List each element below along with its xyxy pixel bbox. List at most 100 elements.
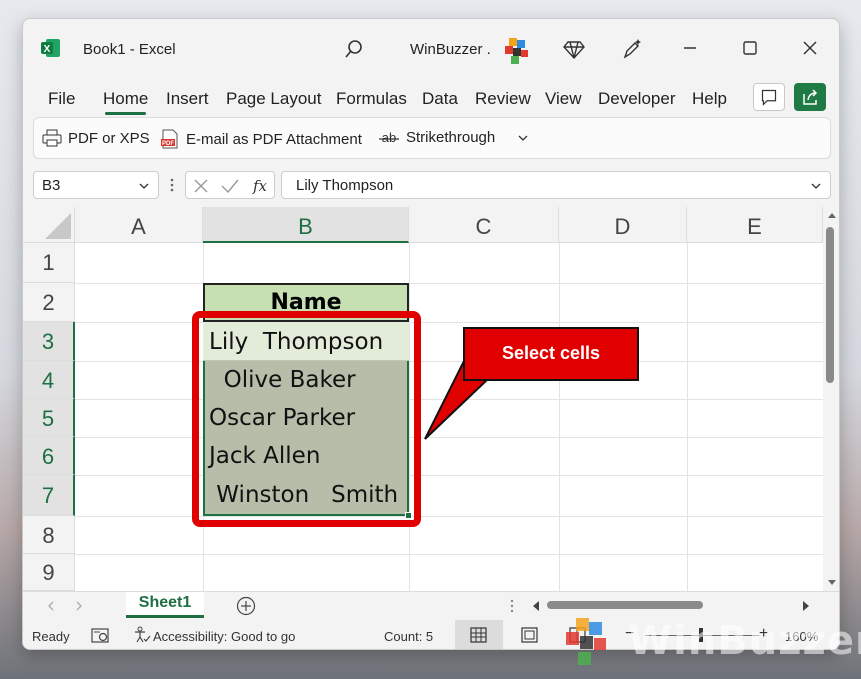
scroll-up-icon[interactable]	[827, 211, 837, 219]
row-header-6[interactable]: 6	[23, 437, 75, 475]
ribbon-tabs: File Home Insert Page Layout Formulas Da…	[23, 79, 839, 117]
winbuzzer-logo-icon	[566, 618, 606, 665]
select-all-triangle-icon	[45, 213, 71, 239]
row-header-3[interactable]: 3	[23, 322, 75, 361]
svg-text:ab: ab	[382, 130, 396, 145]
more-dots-icon[interactable]	[169, 177, 175, 193]
comments-button[interactable]	[753, 83, 785, 111]
account-name[interactable]: WinBuzzer .	[410, 41, 491, 58]
email-pdf-label: E-mail as PDF Attachment	[186, 130, 362, 148]
gridline	[75, 516, 823, 517]
window-title: Book1 - Excel	[83, 41, 176, 58]
normal-view-button[interactable]	[455, 620, 503, 649]
enter-check-icon[interactable]	[220, 177, 240, 195]
formula-buttons: fx	[185, 171, 275, 199]
quick-ribbon: PDF or XPS PDF E-mail as PDF Attachment …	[33, 117, 831, 159]
pen-sparkle-icon[interactable]	[621, 38, 643, 60]
excel-window: X Book1 - Excel WinBuzzer . File Home In…	[22, 18, 840, 650]
row-header-1[interactable]: 1	[23, 243, 75, 283]
tab-formulas[interactable]: Formulas	[336, 89, 407, 109]
row-header-7[interactable]: 7	[23, 475, 75, 516]
highlight-box	[192, 311, 421, 527]
strikethrough-button[interactable]: ab Strikethrough	[378, 129, 495, 146]
callout-label: Select cells	[463, 327, 639, 381]
insert-function-icon[interactable]: fx	[250, 176, 270, 196]
diamond-icon[interactable]	[563, 38, 585, 60]
add-sheet-icon[interactable]	[236, 596, 256, 616]
avatar-icon[interactable]	[501, 36, 531, 66]
chevron-down-icon[interactable]	[138, 181, 150, 191]
grid-view-icon	[470, 627, 487, 643]
gridline	[559, 243, 560, 591]
horizontal-scroll-thumb[interactable]	[547, 601, 703, 609]
macro-recording-icon[interactable]	[91, 627, 111, 644]
scroll-right-icon[interactable]	[801, 600, 811, 612]
sheet-tab-sheet1[interactable]: Sheet1	[126, 592, 204, 618]
tab-scroll-left-icon[interactable]	[47, 601, 55, 611]
column-header-a[interactable]: A	[75, 207, 203, 243]
row-header-9[interactable]: 9	[23, 554, 75, 591]
worksheet-grid[interactable]: A B C D E 1 2 3 4 5 6 7 8 9 Name Lily Th…	[23, 207, 823, 591]
status-ready: Ready	[32, 629, 70, 644]
accessibility-status[interactable]: Accessibility: Good to go	[153, 629, 295, 644]
vertical-scroll-thumb[interactable]	[826, 227, 834, 383]
tab-insert[interactable]: Insert	[166, 89, 209, 109]
minimize-icon[interactable]	[679, 37, 701, 59]
scroll-left-icon[interactable]	[531, 600, 541, 612]
scroll-down-icon[interactable]	[827, 579, 837, 587]
close-icon[interactable]	[799, 37, 821, 59]
column-header-d[interactable]: D	[559, 207, 687, 243]
pdf-icon: PDF	[161, 129, 178, 149]
gridline	[687, 243, 688, 591]
accessibility-icon[interactable]	[133, 626, 151, 644]
status-count: Count: 5	[384, 629, 434, 644]
search-icon[interactable]	[343, 38, 365, 60]
gridline	[75, 475, 823, 476]
tab-review[interactable]: Review	[475, 89, 531, 109]
row-header-4[interactable]: 4	[23, 361, 75, 399]
column-header-e[interactable]: E	[687, 207, 823, 243]
formula-value: Lily Thompson	[296, 177, 394, 194]
email-pdf-button[interactable]: PDF E-mail as PDF Attachment	[160, 129, 362, 149]
excel-logo-icon: X	[41, 39, 60, 57]
printer-icon	[42, 129, 62, 147]
svg-text:PDF: PDF	[162, 141, 174, 147]
svg-text:X: X	[44, 44, 51, 55]
name-box[interactable]: B3	[33, 171, 159, 199]
tab-scroll-right-icon[interactable]	[75, 601, 83, 611]
watermark-text: WinBuzzer	[628, 618, 861, 664]
row-header-8[interactable]: 8	[23, 516, 75, 554]
cancel-icon[interactable]	[192, 177, 210, 195]
name-box-value: B3	[42, 177, 61, 194]
gridline	[75, 554, 823, 555]
column-header-c[interactable]: C	[409, 207, 559, 243]
comment-icon	[761, 89, 777, 106]
page-layout-view-icon[interactable]	[521, 627, 538, 643]
chevron-down-icon[interactable]	[810, 181, 822, 191]
chevron-down-icon[interactable]	[517, 133, 529, 143]
sheet-tabs-bar: Sheet1	[23, 591, 839, 619]
pdf-xps-button[interactable]: PDF or XPS	[42, 129, 150, 147]
row-header-2[interactable]: 2	[23, 283, 75, 322]
select-all-corner[interactable]	[23, 207, 75, 243]
row-header-5[interactable]: 5	[23, 399, 75, 437]
tab-data[interactable]: Data	[422, 89, 458, 109]
share-button[interactable]	[794, 83, 826, 111]
strikethrough-icon: ab	[379, 130, 399, 145]
tab-page-layout[interactable]: Page Layout	[226, 89, 321, 109]
column-header-b[interactable]: B	[203, 207, 409, 243]
tab-view[interactable]: View	[545, 89, 582, 109]
formula-input[interactable]: Lily Thompson	[281, 171, 831, 199]
tab-file[interactable]: File	[48, 89, 75, 109]
gridline	[75, 283, 823, 284]
strikethrough-label: Strikethrough	[406, 129, 496, 146]
tab-home[interactable]: Home	[103, 89, 148, 115]
splitter-dots-icon[interactable]	[509, 599, 515, 613]
title-bar: X Book1 - Excel WinBuzzer .	[23, 19, 839, 79]
maximize-icon[interactable]	[739, 37, 761, 59]
tab-developer[interactable]: Developer	[598, 89, 676, 109]
pdf-xps-label: PDF or XPS	[68, 129, 150, 147]
share-icon	[803, 89, 818, 105]
tab-help[interactable]: Help	[692, 89, 727, 109]
gridline	[75, 322, 823, 323]
